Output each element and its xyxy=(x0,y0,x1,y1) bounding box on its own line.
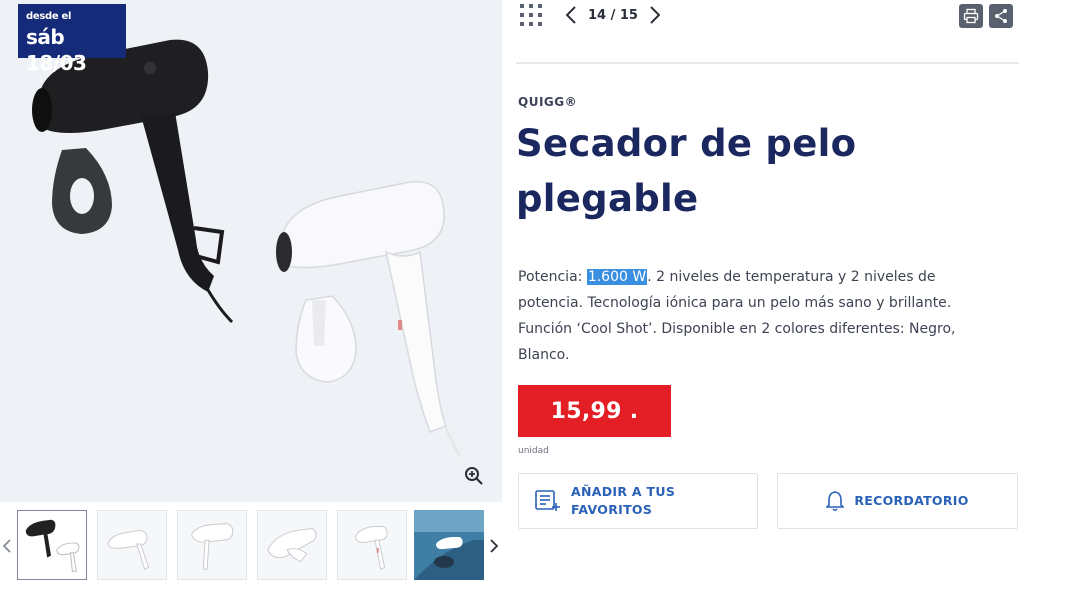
thumbnail-strip xyxy=(0,507,502,585)
thumbnail-5[interactable] xyxy=(337,510,407,580)
thumbnail-4[interactable] xyxy=(257,510,327,580)
badge-caption: desde el xyxy=(26,11,72,22)
share-icon xyxy=(995,9,1007,23)
product-navigation: 14 / 15 xyxy=(516,0,1021,34)
price-unit: unidad xyxy=(518,446,549,456)
thumbnail-image xyxy=(267,527,317,563)
thumbnail-3[interactable] xyxy=(177,510,247,580)
product-title: Secador de pelo plegable xyxy=(516,122,857,220)
product-brand: QUIGG® xyxy=(518,95,578,109)
thumbnail-image xyxy=(414,510,484,580)
price-box: 15,99 . xyxy=(518,385,671,437)
thumbnail-2[interactable] xyxy=(97,510,167,580)
product-image-panel: desde el sáb 18/03 xyxy=(0,0,502,502)
grid-view-button[interactable] xyxy=(518,2,544,28)
thumbnail-image xyxy=(107,529,150,570)
zoom-button[interactable] xyxy=(458,460,490,492)
print-button[interactable] xyxy=(959,4,983,28)
availability-date-badge: desde el sáb 18/03 xyxy=(18,4,126,75)
thumbnail-1[interactable] xyxy=(17,510,87,580)
thumbnail-image xyxy=(354,526,388,571)
prev-product-button[interactable] xyxy=(562,2,580,28)
pager: 14 / 15 xyxy=(562,2,664,28)
thumbnail-prev-button[interactable] xyxy=(0,533,14,559)
chevron-right-icon xyxy=(490,539,498,553)
next-product-button[interactable] xyxy=(646,2,664,28)
thumbnail-6[interactable] xyxy=(414,510,484,580)
badge-date: sáb 18/03 xyxy=(26,25,87,75)
list-add-icon xyxy=(535,490,560,511)
pager-count: 14 / 15 xyxy=(588,7,638,23)
header-divider xyxy=(516,62,1019,64)
product-description: Potencia: 1.600 W. 2 niveles de temperat… xyxy=(518,264,998,368)
chevron-left-icon xyxy=(566,6,576,24)
zoom-in-icon xyxy=(465,467,483,485)
black-dryer xyxy=(32,39,234,324)
print-icon xyxy=(963,8,979,24)
add-to-favorites-button[interactable]: AÑADIR A TUS FAVORITOS xyxy=(518,473,758,529)
thumbnail-image xyxy=(25,519,80,572)
bell-icon xyxy=(826,491,845,512)
chevron-right-icon xyxy=(650,6,660,24)
reminder-button[interactable]: RECORDATORIO xyxy=(777,473,1018,529)
add-to-favorites-label: AÑADIR A TUS FAVORITOS xyxy=(571,484,676,517)
description-highlight: 1.600 W xyxy=(586,269,648,285)
thumbnail-image xyxy=(191,523,234,570)
chevron-left-icon xyxy=(3,539,11,553)
thumbnail-next-button[interactable] xyxy=(487,533,501,559)
white-dryer xyxy=(276,180,462,457)
description-prefix: Potencia: xyxy=(518,269,587,285)
grid-icon xyxy=(520,4,542,26)
share-button[interactable] xyxy=(989,4,1013,28)
reminder-label: RECORDATORIO xyxy=(854,493,969,508)
price-value: 15,99 . xyxy=(550,398,639,424)
